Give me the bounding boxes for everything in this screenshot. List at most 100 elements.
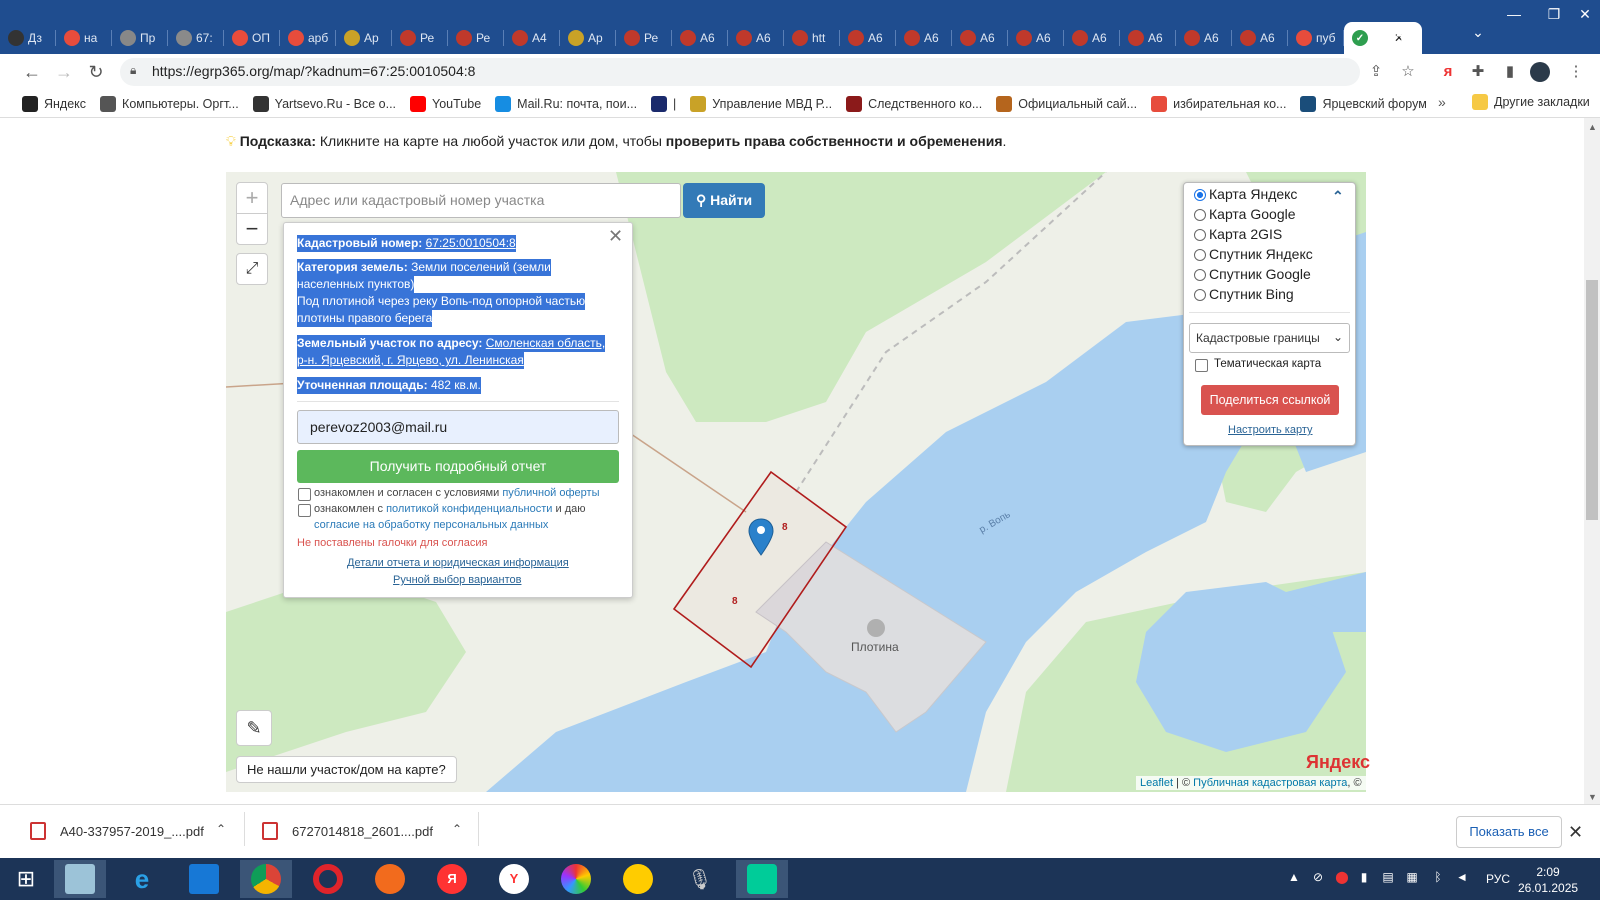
offer-consent-checkbox[interactable] (298, 488, 311, 501)
browser-tab[interactable]: Ар (336, 22, 392, 54)
close-icon[interactable]: ✕ (608, 226, 623, 247)
layer-option[interactable]: Карта Яндекс (1194, 186, 1297, 202)
tray-icon[interactable]: ▦ (1404, 870, 1420, 886)
share-page-icon[interactable]: ⇪ (1364, 60, 1388, 84)
browser-tab[interactable]: ОП (224, 22, 280, 54)
browser-tab[interactable]: htt (784, 22, 840, 54)
bookmark-item[interactable]: Официальный сай... (996, 95, 1137, 112)
app-window-icon[interactable] (736, 860, 788, 898)
browser-tab[interactable]: арб (280, 22, 336, 54)
privacy-policy-link[interactable]: политикой конфиденциальности (386, 503, 552, 515)
app-icon[interactable] (364, 860, 416, 898)
bookmark-item[interactable]: | (651, 95, 676, 112)
browser-tab[interactable]: Ре (616, 22, 672, 54)
browser-tab[interactable]: А6 (1120, 22, 1176, 54)
bookmark-star-icon[interactable]: ☆ (1396, 60, 1420, 84)
browser-tab[interactable]: Ре (392, 22, 448, 54)
browser-tab[interactable]: А6 (1064, 22, 1120, 54)
personal-data-consent-link[interactable]: согласие на обработку персональных данны… (314, 519, 548, 531)
browser-tab[interactable]: Ре (448, 22, 504, 54)
find-button[interactable]: ⚲ Найти (683, 183, 765, 218)
scroll-up-icon[interactable]: ▲ (1588, 122, 1597, 132)
bookmark-item[interactable]: Yartsevo.Ru - Все о... (252, 95, 396, 112)
bookmark-item[interactable]: Следственного ко... (846, 95, 982, 112)
url-text[interactable]: https://egrp365.org/map/?kadnum=67:25:00… (152, 63, 475, 79)
get-report-button[interactable]: Получить подробный отчет (297, 450, 619, 483)
opera-icon[interactable] (302, 860, 354, 898)
leaflet-link[interactable]: Leaflet (1140, 777, 1173, 789)
fullscreen-icon[interactable]: ⤢ (236, 253, 268, 285)
download-item[interactable]: А40-337957-2019_....pdf (30, 822, 204, 840)
browser-tab[interactable]: Пр (112, 22, 168, 54)
photos-icon[interactable] (550, 860, 602, 898)
location-marker-icon[interactable] (746, 517, 776, 557)
layer-radio[interactable] (1194, 249, 1206, 262)
layer-radio[interactable] (1194, 209, 1206, 222)
browser-tab[interactable]: Ар (560, 22, 616, 54)
download-item[interactable]: 6727014818_2601....pdf (262, 822, 433, 840)
chevron-up-icon[interactable]: ⌃ (452, 822, 462, 836)
browser-tab[interactable]: А6 (952, 22, 1008, 54)
internet-explorer-icon[interactable]: e (116, 860, 168, 898)
language-indicator[interactable]: РУС (1486, 872, 1510, 886)
tray-icon[interactable]: ⬤ (1334, 870, 1350, 886)
layer-radio[interactable] (1194, 289, 1206, 302)
privacy-consent-checkbox[interactable] (298, 504, 311, 517)
extensions-icon[interactable]: ✚ (1466, 60, 1490, 84)
volume-icon[interactable]: ◄ (1454, 870, 1470, 886)
reload-icon[interactable]: ↻ (82, 58, 110, 86)
zoom-out-button[interactable]: − (236, 213, 268, 245)
browser-tab[interactable]: А6 (896, 22, 952, 54)
bookmark-item[interactable]: избирательная ко... (1151, 95, 1286, 112)
yandex-extension-icon[interactable]: я (1436, 60, 1460, 84)
new-tab-button[interactable]: + (1388, 22, 1416, 50)
browser-tab[interactable]: А6 (840, 22, 896, 54)
scroll-down-icon[interactable]: ▼ (1588, 792, 1597, 802)
layer-option[interactable]: Спутник Google (1194, 266, 1311, 282)
browser-tab[interactable]: А6 (672, 22, 728, 54)
minimize-icon[interactable]: — (1494, 6, 1534, 26)
browser-tab[interactable]: Дз (0, 22, 56, 54)
not-found-button[interactable]: Не нашли участок/дом на карте? (236, 756, 457, 783)
layer-radio[interactable] (1194, 189, 1206, 202)
chevron-up-icon[interactable]: ⌃ (216, 822, 226, 836)
layer-radio[interactable] (1194, 269, 1206, 282)
tab-search-icon[interactable]: ⌄ (1466, 24, 1490, 48)
bookmark-item[interactable]: YouTube (410, 95, 481, 112)
yandex-music-icon[interactable] (612, 860, 664, 898)
manual-selection-link[interactable]: Ручной выбор вариантов (393, 574, 521, 586)
pkk-link[interactable]: Публичная кадастровая карта (1193, 777, 1347, 789)
layer-option[interactable]: Спутник Яндекс (1194, 246, 1313, 262)
bookmark-item[interactable]: Mail.Ru: почта, пои... (495, 95, 637, 112)
layer-option[interactable]: Карта 2GIS (1194, 226, 1282, 242)
bookmark-item[interactable]: Яндекс (22, 95, 86, 112)
maximize-icon[interactable]: ❐ (1534, 6, 1574, 26)
yandex-icon[interactable]: Y (488, 860, 540, 898)
scrollbar-thumb[interactable] (1586, 280, 1598, 520)
browser-tab[interactable]: А4 (504, 22, 560, 54)
tray-icon[interactable]: ▲ (1286, 870, 1302, 886)
browser-tab[interactable]: 67: (168, 22, 224, 54)
search-input[interactable]: Адрес или кадастровый номер участка (281, 183, 681, 218)
show-all-downloads-button[interactable]: Показать все (1456, 816, 1562, 848)
bookmarks-overflow-button[interactable]: » (1438, 94, 1446, 110)
report-details-link[interactable]: Детали отчета и юридическая информация (347, 557, 569, 569)
mail-icon[interactable] (178, 860, 230, 898)
browser-tab[interactable]: А6 (1176, 22, 1232, 54)
clock[interactable]: 2:09 26.01.2025 (1518, 864, 1578, 896)
public-offer-link[interactable]: публичной оферты (502, 487, 599, 499)
tray-icon[interactable]: ▤ (1380, 870, 1396, 886)
chrome-icon[interactable] (240, 860, 292, 898)
tray-icon[interactable]: ⊘ (1310, 870, 1326, 886)
bookmark-item[interactable]: Управление МВД Р... (690, 95, 832, 112)
microphone-icon[interactable]: 🎙︎ (674, 860, 726, 898)
address-link-2[interactable]: р-н. Ярцевский, г. Ярцево, ул. Ленинская (297, 353, 524, 367)
address-link[interactable]: Смоленская область, (486, 336, 605, 350)
bookmark-item[interactable]: Ярцевский форум (1300, 95, 1427, 112)
bluetooth-icon[interactable]: ᛒ (1430, 870, 1446, 886)
side-panel-icon[interactable]: ▮ (1498, 60, 1522, 84)
forward-icon[interactable]: → (50, 58, 78, 86)
collapse-panel-icon[interactable]: ⌃ (1332, 188, 1344, 205)
close-downloads-icon[interactable]: ✕ (1568, 822, 1583, 843)
start-icon[interactable]: ⊞ (0, 860, 52, 898)
